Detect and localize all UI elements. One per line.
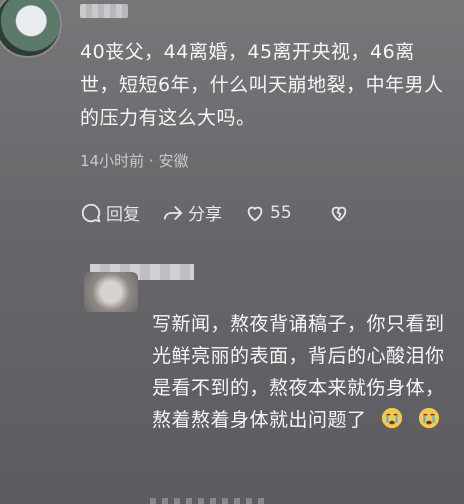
replier-avatar[interactable] bbox=[84, 272, 138, 312]
comment-meta: 14小时前 · 安徽 bbox=[80, 150, 188, 171]
share-button[interactable]: 分享 bbox=[162, 200, 222, 225]
dislike-button[interactable] bbox=[328, 202, 354, 224]
commenter-name-blurred bbox=[80, 4, 128, 18]
reply-bubble-icon bbox=[81, 203, 101, 223]
share-label: 分享 bbox=[188, 205, 222, 225]
comment-location: 安徽 bbox=[158, 152, 189, 170]
commenter-avatar[interactable] bbox=[0, 0, 62, 58]
crying-face-icon bbox=[418, 407, 439, 429]
share-arrow-icon bbox=[163, 205, 183, 220]
crying-face-icon bbox=[381, 407, 403, 429]
next-item-blurred bbox=[150, 498, 270, 504]
reply-button[interactable]: 回复 bbox=[80, 200, 140, 225]
heart-icon bbox=[247, 206, 263, 221]
reply-body: 写新闻，熬夜背诵稿子，你只看到光鲜亮丽的表面，背后的心酸泪你是看不到的，熬夜本来… bbox=[152, 308, 448, 436]
broken-heart-icon bbox=[331, 206, 346, 221]
comment-actions: 回复 分享 55 bbox=[80, 200, 376, 225]
reply-label: 回复 bbox=[106, 205, 140, 225]
comment-time: 14小时前 bbox=[80, 152, 145, 170]
meta-separator: · bbox=[148, 152, 154, 170]
like-count: 55 bbox=[270, 202, 292, 223]
like-button[interactable]: 55 bbox=[244, 202, 292, 224]
comment-body: 40丧父，44离婚，45离开央视，46离世，短短6年，什么叫天崩地裂，中年男人的… bbox=[80, 41, 444, 129]
